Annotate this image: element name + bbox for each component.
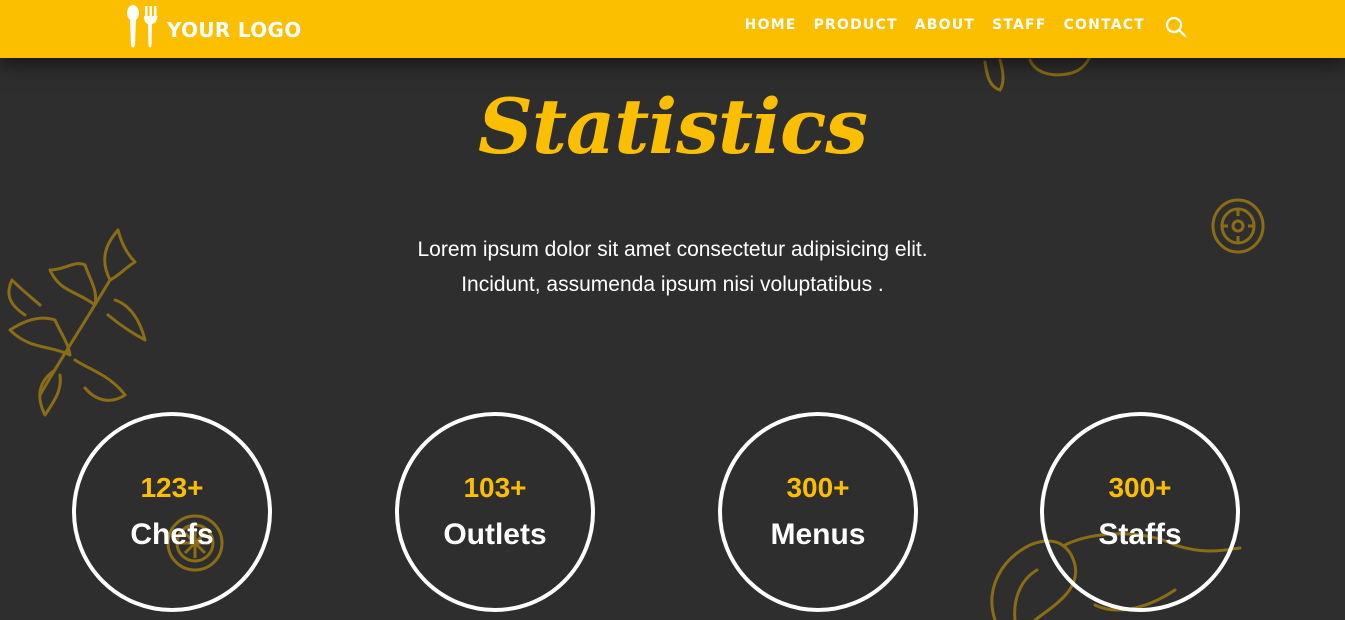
search-button[interactable] — [1165, 16, 1187, 38]
stat-label: Chefs — [130, 518, 214, 551]
logo-link[interactable]: YOUR LOGO — [124, 4, 302, 48]
stat-menus: 300+ Menus — [718, 412, 918, 612]
nav-contact[interactable]: CONTACT — [1064, 17, 1145, 33]
stat-staffs: 300+ Staffs — [1040, 412, 1240, 612]
stat-value: 103+ — [463, 472, 527, 503]
nav-staff[interactable]: STAFF — [992, 17, 1047, 33]
stat-value: 300+ — [1108, 472, 1172, 503]
intro-line-2: Incidunt, assumenda ipsum nisi voluptati… — [461, 273, 884, 296]
logo-text: YOUR LOGO — [167, 18, 302, 42]
main-navigation: HOME PRODUCT ABOUT STAFF CONTACT — [728, 12, 1187, 38]
spoon-fork-icon — [127, 5, 158, 48]
stat-outlets: 103+ Outlets — [395, 412, 595, 612]
intro-line-1: Lorem ipsum dolor sit amet consectetur a… — [417, 238, 928, 261]
stat-value: 300+ — [786, 472, 850, 503]
search-icon — [1165, 16, 1187, 38]
stat-label: Staffs — [1098, 518, 1182, 551]
stat-value: 123+ — [140, 472, 204, 503]
nav-about[interactable]: ABOUT — [915, 17, 975, 33]
stat-label: Outlets — [443, 518, 547, 551]
top-nav-bar: YOUR LOGO HOME PRODUCT ABOUT STAFF CONTA… — [0, 0, 1345, 58]
nav-product[interactable]: PRODUCT — [814, 17, 898, 33]
stat-label: Menus — [770, 518, 866, 551]
stat-chefs: 123+ Chefs — [72, 412, 272, 612]
section-intro: Lorem ipsum dolor sit amet consectetur a… — [0, 232, 1345, 302]
section-title: Statistics — [477, 82, 868, 171]
nav-home[interactable]: HOME — [745, 17, 797, 33]
